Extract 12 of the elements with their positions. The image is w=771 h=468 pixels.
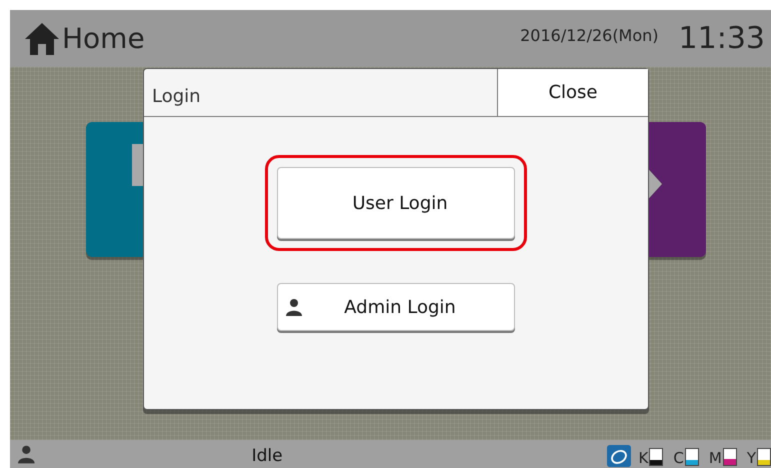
close-button[interactable]: Close [497,69,648,116]
toner-label: M [708,451,722,466]
page-title: Home [62,20,145,56]
dialog-title: Login [151,85,202,109]
login-button[interactable]: User Login [277,167,515,239]
toner-label: C [673,451,684,466]
date-text: 2016/12/26(Mon) [520,24,659,46]
clock-time: 11:33 [678,20,765,58]
status-text: Idle [252,445,283,468]
login-button[interactable]: Admin Login [277,283,515,331]
toner-label: Y [746,451,756,466]
toner-label: K [638,451,648,466]
